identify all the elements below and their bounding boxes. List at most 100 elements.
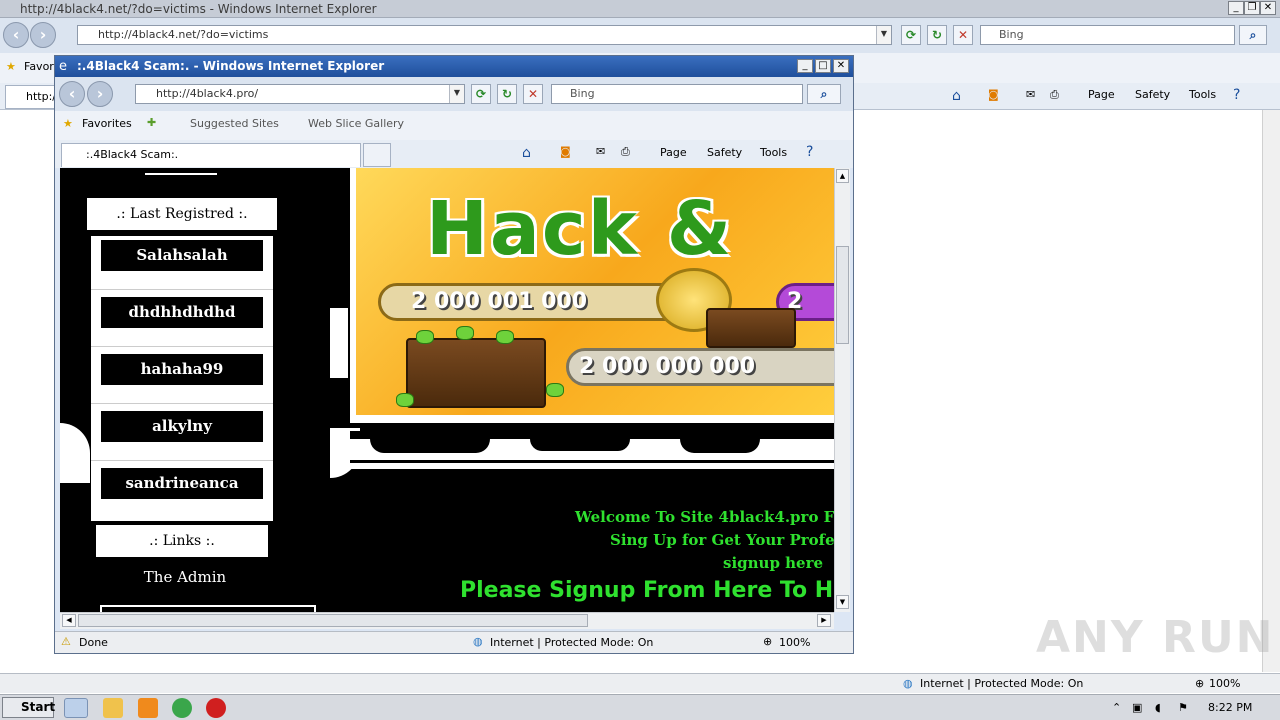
network-icon[interactable]: ▣ [1132, 701, 1142, 714]
scroll-right-icon[interactable]: ▶ [817, 614, 831, 627]
signup-link[interactable]: signup here [723, 554, 823, 572]
user-item[interactable]: sandrineanca [101, 468, 263, 499]
zoom-level[interactable]: 100% [1209, 677, 1240, 690]
back-window-title: http://4black4.net/?do=victims - Windows… [20, 2, 377, 16]
close-button[interactable]: ✕ [1260, 1, 1276, 15]
chevron-down-icon[interactable]: ▼ [876, 26, 891, 44]
address-text: http://4black4.pro/ [156, 87, 259, 100]
search-icon[interactable]: ⌕ [807, 84, 841, 104]
treasure-chest-icon [406, 338, 546, 408]
tab-label: http:/ [26, 90, 56, 103]
page-menu[interactable]: Page [1088, 88, 1115, 101]
mail-icon[interactable]: ✉ [1026, 88, 1035, 101]
front-window-tab[interactable]: :.4Black4 Scam:. [61, 143, 361, 167]
banner-image: Hack & 2 000 001 000 2 2 000 000 000 [356, 168, 834, 415]
globe-icon: ◍ [473, 635, 483, 648]
refresh-icon[interactable]: ↻ [497, 84, 517, 104]
folder-icon[interactable] [103, 698, 123, 718]
close-button[interactable]: ✕ [833, 59, 849, 73]
safety-menu[interactable]: Safety [1135, 88, 1170, 101]
restore-button[interactable]: ❐ [1244, 1, 1260, 15]
spacer [330, 168, 350, 431]
help-icon[interactable]: ? [806, 144, 813, 160]
new-tab-button[interactable] [363, 143, 391, 167]
tools-menu[interactable]: Tools [1189, 88, 1216, 101]
address-bar[interactable]: http://4black4.pro/ ▼ [135, 84, 465, 104]
minimize-button[interactable]: _ [797, 59, 813, 73]
zoom-icon[interactable]: ⊕ [763, 635, 772, 648]
chrome-icon[interactable] [172, 698, 192, 718]
compat-icon[interactable]: ⟳ [471, 84, 491, 104]
user-item[interactable]: dhdhhdhdhd [101, 297, 263, 328]
user-item[interactable]: Salahsalah [101, 240, 263, 271]
front-window-titlebar: e :.4Black4 Scam:. - Windows Internet Ex… [55, 56, 853, 77]
user-item[interactable]: alkylny [101, 411, 263, 442]
divider [91, 346, 273, 347]
tools-menu[interactable]: Tools [760, 146, 787, 159]
safety-menu[interactable]: Safety [707, 146, 742, 159]
front-window-title: :.4Black4 Scam:. - Windows Internet Expl… [77, 59, 385, 73]
zoom-icon[interactable]: ⊕ [1195, 677, 1204, 690]
add-favorites-icon[interactable]: ✚ [147, 116, 156, 129]
zoom-level[interactable]: 100% [779, 636, 810, 649]
stop-icon[interactable]: ✕ [953, 25, 973, 45]
tray-arrow-icon[interactable]: ⌃ [1112, 701, 1121, 714]
forward-arrow-icon[interactable]: › [87, 81, 113, 107]
scroll-up-icon[interactable]: ▲ [836, 169, 849, 183]
web-slice-gallery-button[interactable]: Web Slice Gallery [308, 117, 404, 130]
home-icon[interactable]: ⌂ [522, 145, 531, 161]
media-player-icon[interactable] [138, 698, 158, 718]
print-icon[interactable]: ⎙ [1050, 88, 1059, 102]
volume-icon[interactable]: ◖ [1155, 701, 1161, 714]
decor-shape [330, 308, 348, 378]
mail-icon[interactable]: ✉ [596, 145, 605, 158]
vertical-scrollbar[interactable]: ▲ ▼ [834, 168, 850, 612]
forward-arrow-icon[interactable]: › [30, 22, 56, 48]
home-icon[interactable]: ⌂ [952, 88, 961, 104]
back-arrow-icon[interactable]: ‹ [3, 22, 29, 48]
back-window-vertical-scrollbar[interactable] [1262, 110, 1280, 672]
admin-link[interactable]: The Admin [100, 568, 270, 586]
gem-icon [416, 330, 434, 344]
user-item[interactable]: hahaha99 [101, 354, 263, 385]
gem-icon [456, 326, 474, 340]
stop-icon[interactable]: ✕ [523, 84, 543, 104]
feeds-icon[interactable]: ◙ [560, 145, 571, 158]
signup-banner-link[interactable]: Please Signup From Here To Ha [460, 578, 834, 603]
refresh-icon[interactable]: ↻ [927, 25, 947, 45]
favorites-button[interactable]: Favori [24, 60, 57, 73]
back-window-titlebar: http://4black4.net/?do=victims - Windows… [0, 0, 1280, 18]
search-icon[interactable]: ⌕ [1239, 25, 1267, 45]
suggested-sites-button[interactable]: Suggested Sites [190, 117, 279, 130]
scroll-thumb[interactable] [836, 246, 849, 344]
compat-icon[interactable]: ⟳ [901, 25, 921, 45]
ie-taskbar-icon[interactable] [64, 698, 88, 718]
gold-amount: 2 000 001 000 [411, 289, 588, 314]
opera-icon[interactable] [206, 698, 226, 718]
start-button[interactable]: Start [2, 697, 55, 718]
back-window-tab[interactable]: http:/ [5, 85, 56, 109]
help-icon[interactable]: ? [1233, 87, 1240, 103]
gem-counter: 2 000 000 000 [566, 348, 834, 386]
last-registered-heading: .: Last Registred :. [87, 198, 277, 230]
search-input[interactable]: Bing [980, 25, 1235, 45]
horizontal-scrollbar[interactable]: ◀ ▶ [60, 612, 834, 629]
feeds-icon[interactable]: ◙ [988, 88, 999, 101]
welcome-line-2: Sing Up for Get Your Professi [610, 531, 834, 549]
back-window-statusbar: ◍ Internet | Protected Mode: On ⊕ 100% [0, 673, 1280, 693]
page-menu[interactable]: Page [660, 146, 687, 159]
minimize-button[interactable]: _ [1228, 1, 1244, 15]
address-bar[interactable]: http://4black4.net/?do=victims ▼ [77, 25, 892, 45]
scroll-left-icon[interactable]: ◀ [62, 614, 76, 627]
back-arrow-icon[interactable]: ‹ [59, 81, 85, 107]
flag-icon[interactable]: ⚑ [1178, 701, 1188, 714]
maximize-button[interactable]: □ [815, 59, 831, 73]
scroll-down-icon[interactable]: ▼ [836, 595, 849, 609]
search-input[interactable]: Bing [551, 84, 803, 104]
favorites-button[interactable]: Favorites [82, 117, 132, 130]
scroll-thumb[interactable] [78, 614, 588, 627]
print-icon[interactable]: ⎙ [621, 145, 630, 159]
clock[interactable]: 8:22 PM [1208, 701, 1252, 714]
gem-icon [496, 330, 514, 344]
chevron-down-icon[interactable]: ▼ [449, 85, 464, 103]
